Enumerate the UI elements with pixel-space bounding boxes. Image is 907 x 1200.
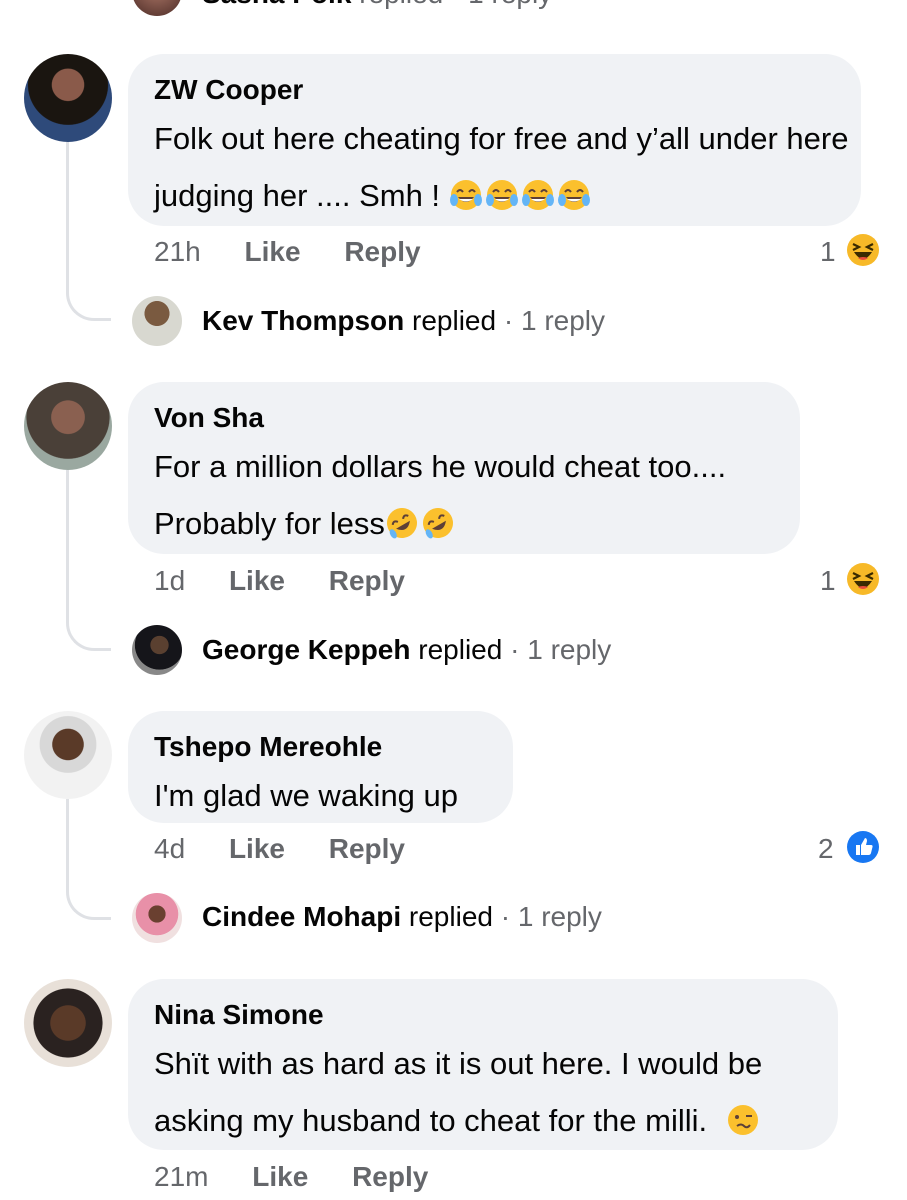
haha-icon[interactable] <box>846 562 880 596</box>
comment-text: I'm glad we waking up <box>154 778 459 813</box>
reply-count: 1 reply <box>468 0 552 9</box>
avatar[interactable] <box>24 54 112 142</box>
comment-actions: 4d Like Reply <box>154 833 405 865</box>
comment-actions: 21h Like Reply <box>154 236 421 268</box>
reply-verb: replied <box>408 901 493 932</box>
tears-of-joy-icon <box>485 178 519 212</box>
reply-dot: · <box>503 305 521 336</box>
avatar[interactable] <box>24 979 112 1067</box>
tears-of-joy-icon <box>521 178 555 212</box>
reply-count: 1 reply <box>517 901 602 932</box>
reply-count: 1 reply <box>520 305 606 336</box>
comment-text-line: For a million dollars he would cheat too… <box>154 449 727 484</box>
reply-dot: · <box>500 901 518 932</box>
like-icon[interactable] <box>846 830 880 864</box>
comment-author[interactable]: Nina Simone <box>154 999 324 1031</box>
reaction-count[interactable]: 1 <box>820 236 836 268</box>
comment-bubble: Tshepo Mereohle I'm glad we waking up <box>128 711 513 823</box>
comment-text: Shït with as hard as it is out here. I w… <box>154 1035 854 1149</box>
comment-bubble: ZW Cooper Folk out here cheating for fre… <box>128 54 861 226</box>
tears-of-joy-icon <box>557 178 591 212</box>
thread-connector <box>66 873 111 920</box>
comment-timestamp[interactable]: 1d <box>154 565 185 597</box>
thread-connector <box>66 274 111 321</box>
comment-text-line2: Probably for less <box>154 495 854 552</box>
like-button[interactable]: Like <box>229 833 285 865</box>
comment-text-body: Probably for less <box>154 506 385 541</box>
thread-line <box>66 799 69 873</box>
reply-button[interactable]: Reply <box>329 565 405 597</box>
reply-summary[interactable]: Cindee Mohapi replied · 1 reply <box>202 901 602 933</box>
like-button[interactable]: Like <box>252 1161 308 1193</box>
comment-text-body: asking my husband to cheat for the milli… <box>154 1103 716 1138</box>
avatar[interactable] <box>132 296 182 346</box>
reply-summary[interactable]: George Keppeh replied · 1 reply <box>202 634 611 666</box>
reply-author: Sasha Polk <box>202 0 351 9</box>
comment-bubble: Nina Simone Shït with as hard as it is o… <box>128 979 838 1150</box>
like-button[interactable]: Like <box>229 565 285 597</box>
comment-author[interactable]: Tshepo Mereohle <box>154 731 382 763</box>
thread-line <box>66 142 69 274</box>
reply-summary[interactable]: Kev Thompson replied · 1 reply <box>202 305 605 337</box>
comment-actions: 1d Like Reply <box>154 565 405 597</box>
reply-author: George Keppeh <box>202 634 411 665</box>
reply-count: 1 reply <box>527 634 612 665</box>
comment-text-line: Shït with as hard as it is out here. I w… <box>154 1046 763 1081</box>
haha-icon[interactable] <box>846 233 880 267</box>
thread-line <box>66 470 69 604</box>
reply-button[interactable]: Reply <box>344 236 420 268</box>
reply-verb: replied <box>359 0 443 9</box>
comment-author[interactable]: Von Sha <box>154 402 264 434</box>
comment-timestamp[interactable]: 21h <box>154 236 201 268</box>
thread-connector <box>66 604 111 651</box>
comment-actions: 21m Like Reply <box>154 1161 428 1193</box>
reply-author: Cindee Mohapi <box>202 901 402 932</box>
avatar[interactable] <box>132 0 182 16</box>
comment-bubble: Von Sha For a million dollars he would c… <box>128 382 800 554</box>
avatar[interactable] <box>24 711 112 799</box>
comment-text: For a million dollars he would cheat too… <box>154 438 854 552</box>
rolling-laughing-icon <box>385 506 419 540</box>
reaction-count[interactable]: 1 <box>820 565 836 597</box>
reply-author: Kev Thompson <box>202 305 405 336</box>
reply-dot: · <box>510 634 528 665</box>
reply-button[interactable]: Reply <box>329 833 405 865</box>
avatar[interactable] <box>132 893 182 943</box>
comment-text: Folk out here cheating for free and y’al… <box>154 110 854 224</box>
comment-author[interactable]: ZW Cooper <box>154 74 303 106</box>
tears-of-joy-icon <box>449 178 483 212</box>
comment-timestamp[interactable]: 21m <box>154 1161 208 1193</box>
reply-verb: replied <box>412 305 497 336</box>
comment-text-line2: asking my husband to cheat for the milli… <box>154 1092 854 1149</box>
woozy-face-icon <box>726 1103 760 1137</box>
reply-verb: replied <box>418 634 503 665</box>
like-button[interactable]: Like <box>245 236 301 268</box>
reply-button[interactable]: Reply <box>352 1161 428 1193</box>
comment-timestamp[interactable]: 4d <box>154 833 185 865</box>
reply-summary-partial[interactable]: Sasha Polk replied · 1 reply <box>202 0 552 10</box>
rolling-laughing-icon <box>421 506 455 540</box>
avatar[interactable] <box>24 382 112 470</box>
reply-dot: · <box>451 0 468 9</box>
reaction-count[interactable]: 2 <box>818 833 834 865</box>
avatar[interactable] <box>132 625 182 675</box>
